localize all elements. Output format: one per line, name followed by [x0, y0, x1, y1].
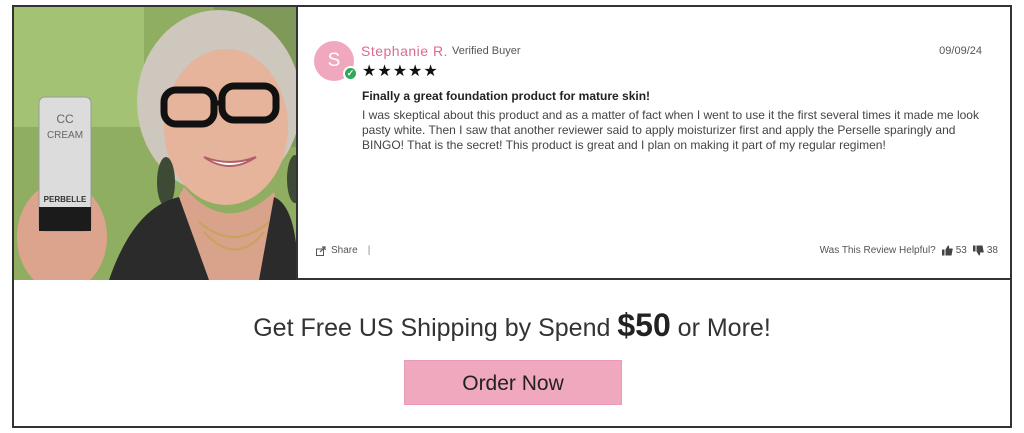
helpful-votes: Was This Review Helpful? 53 38 — [820, 245, 998, 256]
helpful-question: Was This Review Helpful? — [819, 245, 936, 256]
share-icon — [316, 245, 326, 256]
product-brand: PERBELLE — [44, 195, 87, 204]
review-date: 09/09/24 — [939, 45, 982, 57]
page-frame: CC CREAM PERBELLE S ✓ Stephanie R. Verif… — [12, 5, 1012, 428]
avatar-initial: S — [327, 50, 341, 71]
review-card: CC CREAM PERBELLE S ✓ Stephanie R. Verif… — [14, 7, 1010, 280]
share-label: Share — [331, 245, 358, 256]
thumbs-down-count: 38 — [986, 245, 998, 256]
shipping-promo: Get Free US Shipping by Spend $50 or Mor… — [14, 307, 1010, 344]
verified-check-icon: ✓ — [343, 66, 358, 81]
share-separator: | — [367, 245, 371, 256]
verified-buyer-label: Verified Buyer — [452, 45, 521, 57]
thumbs-up-button[interactable]: 53 — [941, 245, 967, 256]
share-button[interactable]: Share | — [316, 245, 370, 256]
product-label-top: CC — [56, 112, 74, 126]
thumbs-down-button[interactable]: 38 — [972, 245, 998, 256]
promo-price: $50 — [617, 307, 671, 343]
reviewer-name: Stephanie R. — [361, 43, 448, 59]
customer-photo: CC CREAM PERBELLE — [14, 7, 298, 280]
thumbs-up-icon — [941, 245, 953, 256]
promo-text-after: or More! — [670, 314, 771, 342]
product-label-main: CREAM — [47, 130, 83, 141]
review-body: I was skeptical about this product and a… — [362, 108, 979, 152]
review-title: Finally a great foundation product for m… — [362, 89, 651, 103]
thumbs-up-count: 53 — [955, 245, 967, 256]
thumbs-down-icon — [972, 245, 984, 256]
customer-photo-illustration: CC CREAM PERBELLE — [14, 7, 296, 280]
star-rating: ★★★★★ — [362, 63, 439, 80]
order-now-button[interactable]: Order Now — [404, 360, 622, 405]
promo-text-before: Get Free US Shipping by Spend — [253, 314, 618, 342]
